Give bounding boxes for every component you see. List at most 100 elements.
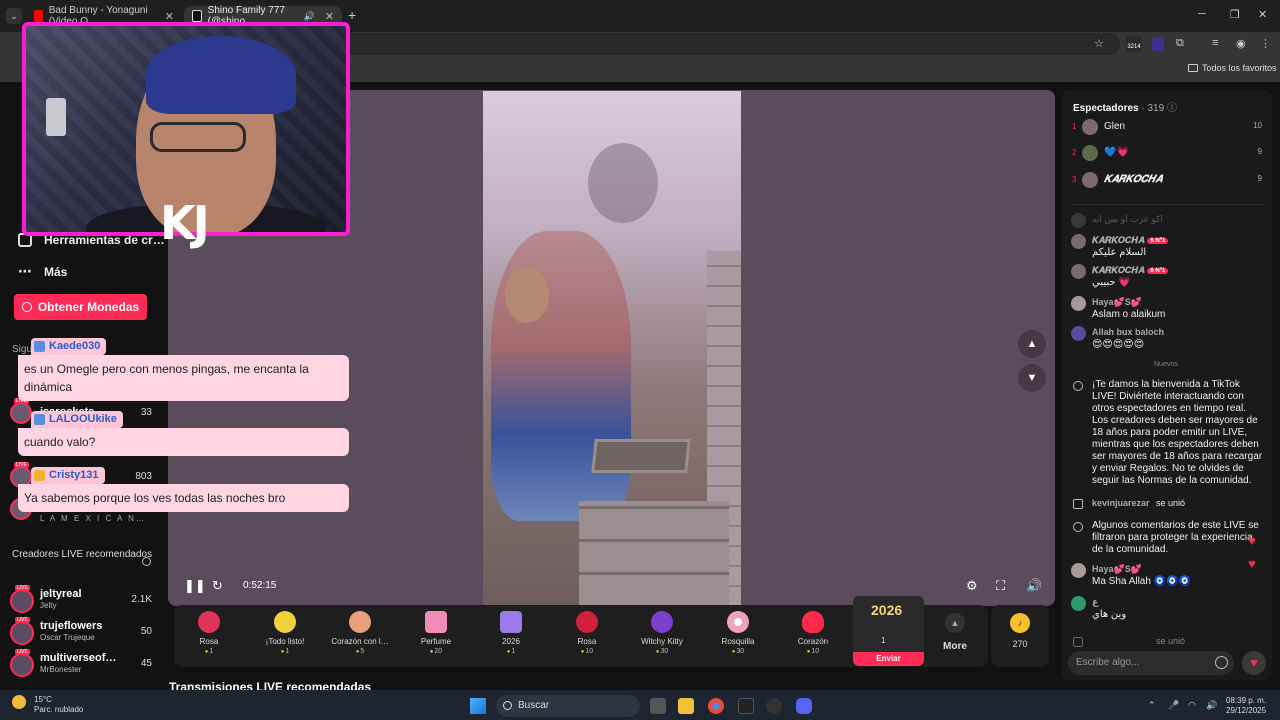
tray-chevron-icon[interactable]: ⌃	[1148, 700, 1156, 711]
recommended-creator[interactable]: LIVE trujeflowers Oscar Trujeque 50	[10, 617, 160, 646]
tiktok-icon	[192, 10, 202, 22]
rose-icon	[576, 611, 598, 633]
tiktok-icon	[1073, 381, 1083, 391]
volume-icon[interactable]: 🔊	[1206, 700, 1217, 711]
coin-balance-button[interactable]: ♪ 270	[991, 605, 1049, 667]
task-view-icon[interactable]	[650, 698, 666, 714]
maximize-icon[interactable]: ❐	[1230, 8, 1240, 21]
weather-widget[interactable]: 15°C Parc. nublado	[34, 695, 83, 715]
profile-icon[interactable]: ◉	[1236, 37, 1246, 51]
avatar	[1071, 213, 1086, 228]
info-icon[interactable]: ⓘ	[1167, 103, 1177, 114]
sidebar-item-more[interactable]: ⋯ Más	[18, 263, 67, 280]
perfume-icon	[425, 611, 447, 633]
overlay-chat-message: es un Omegle pero con menos pingas, me e…	[18, 355, 349, 401]
system-clock[interactable]: 08:39 p. m. 29/12/2025	[1226, 696, 1266, 716]
settings-icon[interactable]: ⚙	[966, 578, 978, 594]
address-bar[interactable]	[340, 33, 1120, 55]
discord-icon[interactable]	[796, 698, 812, 714]
more-gifts-button[interactable]: ▲ More	[934, 613, 976, 652]
minimize-icon[interactable]: ─	[1198, 8, 1206, 20]
live-video-frame[interactable]	[483, 91, 741, 605]
join-icon	[1073, 637, 1083, 647]
refresh-icon[interactable]: ↻	[212, 578, 223, 594]
emoji-icon[interactable]	[1215, 656, 1228, 669]
rank-badge: 6 Nº1	[1147, 237, 1169, 244]
top-viewer[interactable]: 2 💙💗 9	[1072, 144, 1266, 164]
file-explorer-icon[interactable]	[678, 698, 694, 714]
gift-donut[interactable]: Rosquilla 30	[701, 609, 775, 661]
gift-rose[interactable]: Rosa 1	[172, 609, 246, 661]
wifi-icon[interactable]: ◠	[1188, 700, 1196, 711]
terminal-icon[interactable]	[738, 698, 754, 714]
avatar	[1071, 296, 1086, 311]
start-button[interactable]	[470, 698, 486, 714]
overlay-chat-message: cuando valo?	[18, 428, 349, 456]
recommended-creator[interactable]: LIVE multiverseof… MrBonester 45	[10, 649, 160, 678]
pause-icon[interactable]: ❚❚	[184, 578, 206, 594]
fullscreen-icon[interactable]: ⛶	[996, 578, 1005, 594]
gift-rose-large[interactable]: Rosa 10	[550, 609, 624, 661]
like-button[interactable]: ♥	[1242, 651, 1266, 675]
gift-2026[interactable]: 2026 1	[474, 609, 548, 661]
chat-input[interactable]: Escribe algo...	[1068, 651, 1234, 675]
avatar	[1071, 326, 1086, 341]
close-window-icon[interactable]: ✕	[1258, 8, 1267, 21]
star-icon[interactable]: ☆	[1094, 37, 1104, 51]
gift-todo-listo[interactable]: ¡Todo listo! 1	[248, 609, 322, 661]
extension-counter[interactable]: 3214	[1126, 36, 1142, 52]
puzzle-icon[interactable]: ⧉	[1176, 37, 1184, 51]
tab-search-icon[interactable]: ⌄	[6, 8, 22, 24]
gift-witchy-kitty[interactable]: Witchy Kitty 30	[625, 609, 699, 661]
media-icon[interactable]: ≡	[1212, 37, 1218, 51]
previous-live-button[interactable]: ▲	[1018, 330, 1046, 358]
send-gift-button[interactable]: Enviar	[853, 652, 924, 666]
elapsed-time: 0:52:15	[243, 580, 277, 591]
get-coins-button[interactable]: Obtener Monedas	[14, 294, 147, 320]
microphone-icon[interactable]: 🎤	[1168, 700, 1179, 711]
top-viewer[interactable]: 1 Glen 10	[1072, 118, 1266, 138]
viewers-header[interactable]: Espectadores · 319 ⓘ	[1073, 99, 1177, 114]
menu-icon[interactable]: ⋮	[1260, 37, 1271, 51]
join-icon	[1073, 499, 1083, 509]
all-bookmarks[interactable]: Todos los favoritos	[1188, 63, 1277, 73]
video-scene-path	[579, 501, 729, 605]
close-icon[interactable]: ✕	[165, 10, 174, 23]
floating-heart-icon: ♥	[1248, 533, 1256, 548]
coin-icon	[21, 302, 32, 312]
chrome-icon[interactable]	[708, 698, 724, 714]
speaker-icon[interactable]: 🔊	[304, 11, 315, 22]
donut-icon	[727, 611, 749, 633]
user-badge-icon	[34, 470, 45, 481]
overlay-chat-user: Cristy131	[31, 467, 105, 484]
next-live-button[interactable]: ▼	[1018, 364, 1046, 392]
extension-icon[interactable]	[1152, 37, 1164, 51]
avatar	[1071, 264, 1086, 279]
search-icon	[503, 701, 512, 710]
refresh-icon[interactable]	[142, 557, 151, 566]
taskbar-search[interactable]: Buscar	[496, 695, 640, 717]
wall-outlet	[46, 98, 66, 136]
close-icon[interactable]: ✕	[325, 10, 334, 23]
obs-icon[interactable]	[766, 698, 782, 714]
avatar	[10, 589, 34, 613]
selected-gift[interactable]: 2026 1 Enviar	[853, 596, 924, 666]
gift-heart-hands[interactable]: Corazón con l… 5	[323, 609, 397, 661]
new-tab-button[interactable]: +	[348, 7, 356, 23]
rose-icon	[198, 611, 220, 633]
recommended-creator[interactable]: LIVE jeltyreal Jelty 2.1K	[10, 585, 160, 614]
gift-perfume[interactable]: Perfume 20	[399, 609, 473, 661]
gift-heart[interactable]: Corazón 10	[776, 609, 850, 661]
avatar	[10, 621, 34, 645]
volume-icon[interactable]: 🔊	[1026, 578, 1042, 594]
avatar	[1082, 145, 1098, 161]
top-viewer[interactable]: 3 𝑲𝑨𝑹𝑲𝑶𝑪𝑯𝑨 9	[1072, 171, 1266, 191]
avatar	[1071, 234, 1086, 249]
overlay-chat-user: Kaede030	[31, 338, 107, 355]
floating-heart-icon: ♥	[1248, 556, 1256, 571]
video-scene-tree	[588, 143, 658, 223]
video-scene-mold	[591, 439, 691, 473]
number-balloon-icon	[500, 611, 522, 633]
folder-icon	[1188, 64, 1198, 72]
weather-icon[interactable]	[12, 695, 26, 709]
